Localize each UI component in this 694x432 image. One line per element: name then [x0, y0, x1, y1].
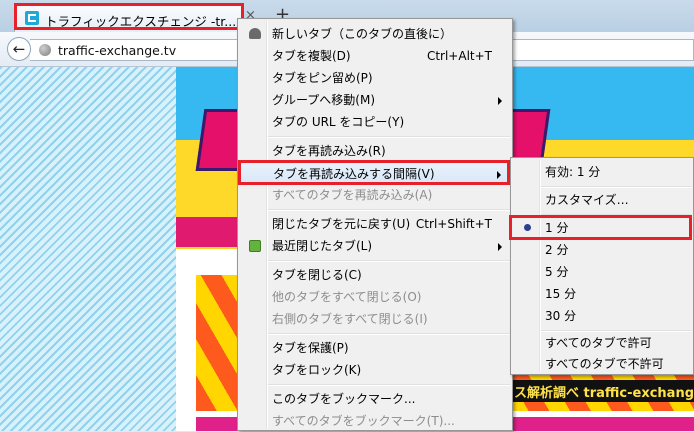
new-tab-icon — [249, 28, 261, 39]
submenu-item-label: すべてのタブで不許可 — [545, 357, 664, 371]
menu-item-close-right-tabs[interactable]: 右側のタブをすべて閉じる(I) — [240, 308, 510, 330]
menu-item-pin-tab[interactable]: タブをピン留め(P) — [240, 67, 510, 89]
submenu-item-2-min[interactable]: 2 分 — [513, 239, 691, 261]
menu-item-reload-all-tabs[interactable]: すべてのタブを再読み込み(A) — [240, 184, 510, 206]
menu-item-shortcut: Ctrl+Shift+T — [415, 217, 492, 231]
menu-item-label: タブをロック(K) — [272, 363, 362, 377]
menu-item-label: 他のタブをすべて閉じる(O) — [272, 290, 422, 304]
menu-item-bookmark-tab[interactable]: このタブをブックマーク... — [240, 388, 510, 410]
menu-item-close-tab[interactable]: タブを閉じる(C) — [240, 264, 510, 286]
menu-item-close-other-tabs[interactable]: 他のタブをすべて閉じる(O) — [240, 286, 510, 308]
submenu-item-customize[interactable]: カスタマイズ… — [513, 189, 691, 211]
menu-item-copy-url[interactable]: タブの URL をコピー(Y) — [240, 111, 510, 133]
submenu-item-label: 30 分 — [545, 309, 577, 323]
url-text[interactable]: traffic-exchange.tv — [58, 43, 176, 58]
submenu-item-30-min[interactable]: 30 分 — [513, 305, 691, 327]
menu-item-label: タブをピン留め(P) — [272, 71, 373, 85]
menu-separator — [268, 260, 510, 262]
menu-item-label: すべてのタブを再読み込み(A) — [272, 188, 433, 202]
menu-item-label: 右側のタブをすべて閉じる(I) — [272, 312, 428, 326]
submenu-item-deny-all[interactable]: すべてのタブで不許可 — [513, 353, 691, 375]
menu-item-label: 新しいタブ（このタブの直後に） — [272, 27, 453, 41]
menu-item-recently-closed[interactable]: 最近閉じたタブ(L) — [240, 235, 510, 257]
submenu-item-label: 2 分 — [545, 243, 569, 257]
tab-context-menu: 新しいタブ（このタブの直後に） タブを複製(D) Ctrl+Alt+T タブをピ… — [237, 18, 513, 431]
menu-separator — [268, 333, 510, 335]
submenu-item-label: すべてのタブで許可 — [545, 336, 652, 350]
menu-item-new-tab[interactable]: 新しいタブ（このタブの直後に） — [240, 23, 510, 45]
ad-ticker-text: ス解析調べ traffic-exchange — [514, 386, 694, 401]
menu-separator — [268, 384, 510, 386]
menu-item-label: 最近閉じたタブ(L) — [272, 239, 373, 253]
menu-item-lock-tab[interactable]: タブをロック(K) — [240, 359, 510, 381]
menu-item-label: 閉じたタブを元に戻す(U) — [272, 217, 411, 231]
menu-item-undo-close-tab[interactable]: 閉じたタブを元に戻す(U) Ctrl+Shift+T — [240, 213, 510, 235]
menu-item-protect-tab[interactable]: タブを保護(P) — [240, 337, 510, 359]
submenu-item-label: 15 分 — [545, 287, 577, 301]
globe-icon — [39, 44, 51, 56]
menu-item-label: このタブをブックマーク... — [272, 392, 416, 406]
reload-interval-highlight-box — [238, 160, 510, 185]
submenu-item-15-min[interactable]: 15 分 — [513, 283, 691, 305]
menu-separator — [268, 136, 510, 138]
menu-separator — [268, 209, 510, 211]
submenu-item-label: 5 分 — [545, 265, 569, 279]
tab-highlight-box — [14, 3, 244, 30]
menu-item-duplicate-tab[interactable]: タブを複製(D) Ctrl+Alt+T — [240, 45, 510, 67]
menu-item-label: タブを再読み込み(R) — [272, 144, 386, 158]
menu-item-label: グループへ移動(M) — [272, 93, 375, 107]
back-button[interactable]: ← — [7, 37, 31, 61]
submenu-item-label: カスタマイズ… — [545, 193, 629, 207]
ad-ticker: ス解析調べ traffic-exchange — [510, 380, 694, 402]
menu-item-bookmark-all-tabs[interactable]: すべてのタブをブックマーク(T)... — [240, 410, 510, 432]
reload-interval-submenu: 有効: 1 分 カスタマイズ… 1 分 2 分 5 分 15 分 30 分 すべ… — [510, 157, 694, 375]
submenu-arrow-icon — [498, 97, 502, 105]
menu-item-label: タブの URL をコピー(Y) — [272, 115, 405, 129]
menu-separator — [541, 186, 691, 188]
menu-item-reload-tab[interactable]: タブを再読み込み(R) — [240, 140, 510, 162]
menu-item-label: タブを複製(D) — [272, 49, 351, 63]
submenu-item-enabled-status[interactable]: 有効: 1 分 — [513, 161, 691, 183]
submenu-item-allow-all[interactable]: すべてのタブで許可 — [513, 332, 691, 354]
menu-item-label: すべてのタブをブックマーク(T)... — [272, 414, 455, 428]
menu-item-shortcut: Ctrl+Alt+T — [426, 49, 492, 63]
submenu-item-label: 有効: 1 分 — [545, 165, 601, 179]
menu-item-label: タブを閉じる(C) — [272, 268, 362, 282]
recently-closed-icon — [249, 240, 261, 252]
menu-item-move-to-group[interactable]: グループへ移動(M) — [240, 89, 510, 111]
submenu-item-5-min[interactable]: 5 分 — [513, 261, 691, 283]
menu-item-label: タブを保護(P) — [272, 341, 349, 355]
one-minute-highlight-box — [509, 215, 692, 240]
submenu-arrow-icon — [498, 243, 502, 251]
